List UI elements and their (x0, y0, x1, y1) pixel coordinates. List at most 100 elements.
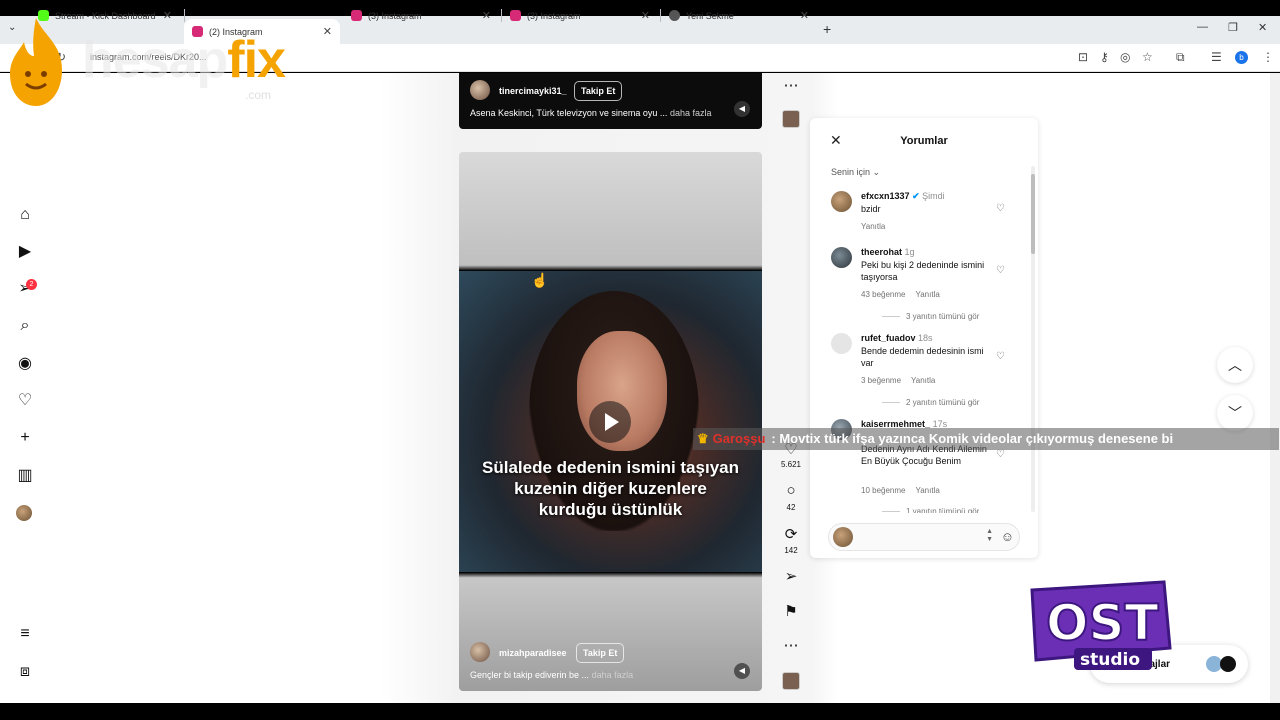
maximize-button[interactable]: ❐ (1228, 21, 1238, 34)
comment-like-icon[interactable]: ♡ (996, 449, 1005, 460)
reel-description: Gençler bi takip ediverin be ... daha fa… (470, 670, 634, 680)
comments-panel: ✕ Yorumlar Senin için ⌄ efxcxn1337 ✔ Şim… (810, 118, 1038, 558)
reels-icon[interactable]: ▶ (16, 243, 34, 261)
audio-thumbnail[interactable] (782, 672, 800, 690)
close-icon[interactable]: ✕ (482, 9, 491, 22)
avatar[interactable] (831, 333, 852, 354)
avatar (833, 527, 853, 547)
install-icon[interactable]: ⊡ (1078, 50, 1088, 64)
ost-studio-logo-icon: OST studio (1030, 580, 1172, 670)
share-icon[interactable]: ➢ (781, 567, 801, 585)
comments-filter-dropdown[interactable]: Senin için ⌄ (831, 167, 880, 178)
reading-list-icon[interactable]: ☰ (1211, 50, 1222, 64)
reel-username[interactable]: tinercimayki31_ (499, 86, 567, 96)
reel-current[interactable]: Sülalede dedenin ismini taşıyan kuzenin … (459, 152, 762, 691)
view-replies-link[interactable]: 3 yanıtın tümünü gör (882, 312, 979, 321)
reply-link[interactable]: Yanıtla (915, 486, 939, 495)
comment-meta: Yanıtla (861, 222, 885, 231)
password-icon[interactable]: ⚷ (1100, 50, 1109, 64)
profile-avatar-nav[interactable] (16, 505, 32, 521)
mute-icon[interactable]: ◀ (734, 101, 750, 117)
heart-icon[interactable]: ♡ (16, 392, 34, 410)
comments-scroll-thumb[interactable] (1031, 174, 1035, 254)
minimize-button[interactable]: — (1197, 21, 1208, 33)
like-count: 5.621 (780, 460, 802, 469)
eye-off-icon[interactable]: ◎ (1120, 50, 1130, 64)
comment-icon[interactable]: ○ (781, 482, 801, 499)
reply-link[interactable]: Yanıtla (911, 376, 935, 385)
watermark-logo-text: hesapfix (82, 31, 286, 89)
emoji-icon[interactable]: ☺ (1001, 529, 1014, 544)
dashboard-icon[interactable]: ▥ (16, 467, 34, 485)
tab-instagram-2[interactable]: (3) Instagram ✕ (343, 3, 499, 28)
save-bookmark-icon[interactable]: ⚑ (781, 602, 801, 620)
comment-meta: 3 beğenme Yanıtla (861, 376, 936, 385)
tab-title: (3) Instagram (368, 10, 422, 21)
more-options-icon[interactable]: ⋯ (781, 636, 801, 654)
reel-user-avatar[interactable] (470, 80, 490, 100)
instagram-favicon-icon (510, 10, 521, 21)
reply-link[interactable]: Yanıtla (861, 222, 885, 231)
view-replies-link[interactable]: 1 yanıtın tümünü gör (882, 507, 979, 513)
previous-reel-button[interactable]: ︿ (1217, 347, 1253, 383)
reply-link[interactable]: Yanıtla (915, 290, 939, 299)
comment-like-icon[interactable]: ♡ (996, 265, 1005, 276)
reel-username[interactable]: mizahparadisee (499, 648, 567, 658)
home-icon[interactable]: ⌂ (16, 206, 34, 224)
more-link[interactable]: daha fazla (670, 108, 712, 118)
search-icon[interactable]: ⌕ (16, 317, 34, 335)
comment-username[interactable]: rufet_fuadov 18s (861, 333, 933, 343)
apps-icon[interactable]: ⧈ (16, 663, 34, 681)
reel-user-avatar[interactable] (470, 642, 490, 662)
verified-icon: ✔ (912, 191, 920, 201)
comment-text: bzidr (861, 204, 881, 214)
close-icon[interactable]: ✕ (800, 9, 809, 22)
more-link[interactable]: daha fazla (592, 670, 634, 680)
reel-previous[interactable]: tinercimayki31_ Takip Et Asena Keskinci,… (459, 73, 762, 129)
avatar[interactable] (831, 191, 852, 212)
follow-button[interactable]: Takip Et (576, 643, 625, 663)
profile-avatar[interactable]: b (1235, 51, 1248, 64)
comment-like-icon[interactable]: ♡ (996, 351, 1005, 362)
menu-dots-icon[interactable]: ⋮ (1262, 50, 1274, 64)
tab-title: (3) Instagram (527, 10, 581, 21)
next-reel-button[interactable]: ﹀ (1217, 395, 1253, 431)
tab-instagram-3[interactable]: (3) Instagram ✕ (502, 3, 658, 28)
comment-username[interactable]: efxcxn1337 ✔ Şimdi (861, 191, 945, 202)
extensions-icon[interactable]: ⧉ (1176, 50, 1185, 65)
tab-title: Yeni Sekme (686, 10, 734, 21)
comment-meta: 10 beğenme Yanıtla (861, 486, 940, 495)
mute-icon[interactable]: ◀ (734, 663, 750, 679)
create-icon[interactable]: + (16, 429, 34, 447)
view-replies-link[interactable]: 2 yanıtın tümünü gör (882, 398, 979, 407)
comment-like-icon[interactable]: ♡ (996, 203, 1005, 214)
instagram-favicon-icon (351, 10, 362, 21)
new-tab-button[interactable]: + (823, 21, 831, 37)
play-icon[interactable] (589, 401, 631, 443)
mouse-cursor-icon: ☝ (531, 272, 549, 288)
avatar[interactable] (831, 247, 852, 268)
comment-username[interactable]: theerohat 1g (861, 247, 915, 257)
more-options-icon[interactable]: ⋯ (781, 76, 801, 94)
letterbox-bottom (0, 704, 1280, 720)
follow-button[interactable]: Takip Et (574, 81, 623, 101)
comment-meta: 43 beğenme Yanıtla (861, 290, 940, 299)
tab-new[interactable]: Yeni Sekme ✕ (661, 3, 817, 28)
explore-icon[interactable]: ◉ (16, 355, 34, 373)
comment-text: Bende dedemin dedesinin ismi var (861, 346, 984, 368)
close-window-button[interactable]: ✕ (1258, 21, 1267, 34)
comment-input[interactable]: ▲ ▼ ☺ (828, 523, 1020, 551)
close-icon[interactable]: ✕ (323, 25, 332, 38)
audio-thumbnail[interactable] (782, 110, 800, 128)
stepper-icon[interactable]: ▲ ▼ (986, 528, 993, 544)
repost-icon[interactable]: ⟳ (781, 525, 801, 543)
close-icon[interactable]: ✕ (641, 9, 650, 22)
page-scrollbar[interactable] (1270, 73, 1280, 703)
comments-title: Yorumlar (900, 135, 948, 147)
more-menu-icon[interactable]: ≡ (16, 625, 34, 643)
bookmark-star-icon[interactable]: ☆ (1142, 50, 1153, 64)
logo-text: OST (1046, 594, 1159, 652)
comment-count: 42 (786, 503, 796, 512)
close-icon[interactable]: ✕ (163, 9, 172, 22)
chrome-favicon-icon (669, 10, 680, 21)
